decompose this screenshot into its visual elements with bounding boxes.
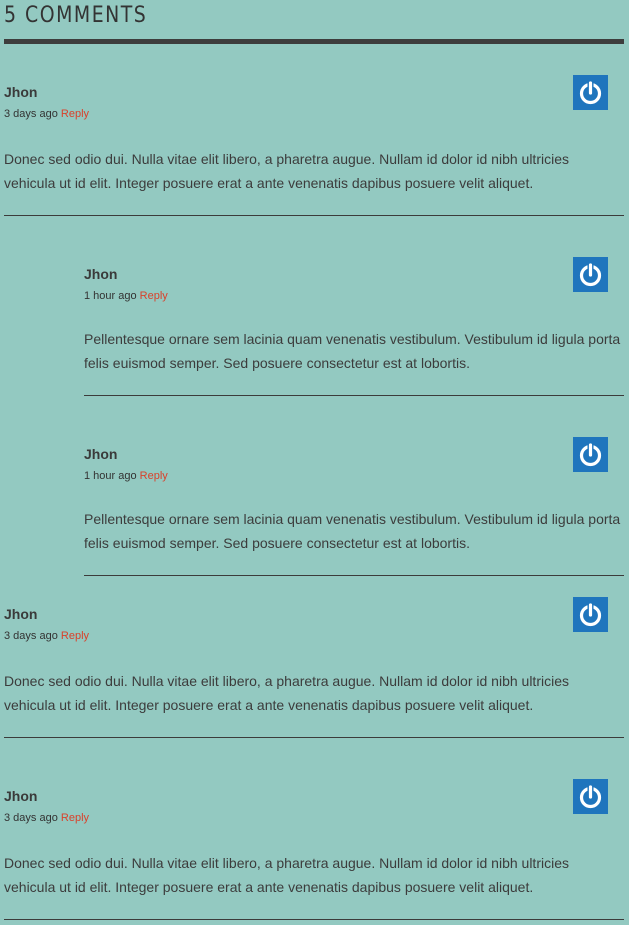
comment-divider (4, 737, 624, 738)
avatar-power-icon[interactable] (573, 75, 608, 110)
comment-meta: 3 days ago Reply (4, 629, 89, 643)
comment-reply: Jhon 1 hour ago Reply Pellentesque ornar… (84, 437, 624, 579)
avatar-power-icon[interactable] (573, 597, 608, 632)
comment-author[interactable]: Jhon (4, 787, 37, 805)
comment-time: 1 hour ago (84, 290, 137, 302)
reply-link[interactable]: Reply (61, 108, 89, 120)
comment-text: Pellentesque ornare sem lacinia quam ven… (84, 331, 621, 371)
reply-link[interactable]: Reply (61, 630, 89, 642)
comment: Jhon 3 days ago Reply Donec sed odio dui… (4, 779, 624, 921)
reply-link[interactable]: Reply (61, 812, 89, 824)
comment: Jhon 3 days ago Reply Donec sed odio dui… (4, 597, 624, 739)
comment-text: Donec sed odio dui. Nulla vitae elit lib… (4, 673, 569, 713)
comment-divider (4, 215, 624, 216)
comments-section: 5 COMMENTS Jhon 3 days ago Reply Donec s… (0, 0, 629, 925)
comment-divider (84, 395, 624, 396)
avatar-power-icon[interactable] (573, 779, 608, 814)
comment-author[interactable]: Jhon (4, 83, 37, 101)
comment-time: 3 days ago (4, 630, 58, 642)
avatar-power-icon[interactable] (573, 437, 608, 472)
comment-divider (4, 919, 624, 920)
comment-meta: 3 days ago Reply (4, 811, 89, 825)
comment-author[interactable]: Jhon (4, 605, 37, 623)
avatar-power-icon[interactable] (573, 257, 608, 292)
comment-time: 3 days ago (4, 108, 58, 120)
comments-heading: 5 COMMENTS (4, 2, 148, 28)
comment-divider (84, 575, 624, 576)
reply-link[interactable]: Reply (140, 290, 168, 302)
comment-time: 1 hour ago (84, 470, 137, 482)
comment-meta: 1 hour ago Reply (84, 289, 168, 303)
comment-meta: 1 hour ago Reply (84, 469, 168, 483)
reply-link[interactable]: Reply (140, 470, 168, 482)
comment-text: Pellentesque ornare sem lacinia quam ven… (84, 511, 621, 551)
comment-reply: Jhon 1 hour ago Reply Pellentesque ornar… (84, 257, 624, 399)
comment-text: Donec sed odio dui. Nulla vitae elit lib… (4, 151, 569, 191)
comment-author[interactable]: Jhon (84, 445, 117, 463)
heading-divider (4, 39, 624, 44)
comment-time: 3 days ago (4, 812, 58, 824)
comment-text: Donec sed odio dui. Nulla vitae elit lib… (4, 855, 569, 895)
comment-meta: 3 days ago Reply (4, 107, 89, 121)
comment-author[interactable]: Jhon (84, 265, 117, 283)
comment: Jhon 3 days ago Reply Donec sed odio dui… (4, 75, 624, 217)
